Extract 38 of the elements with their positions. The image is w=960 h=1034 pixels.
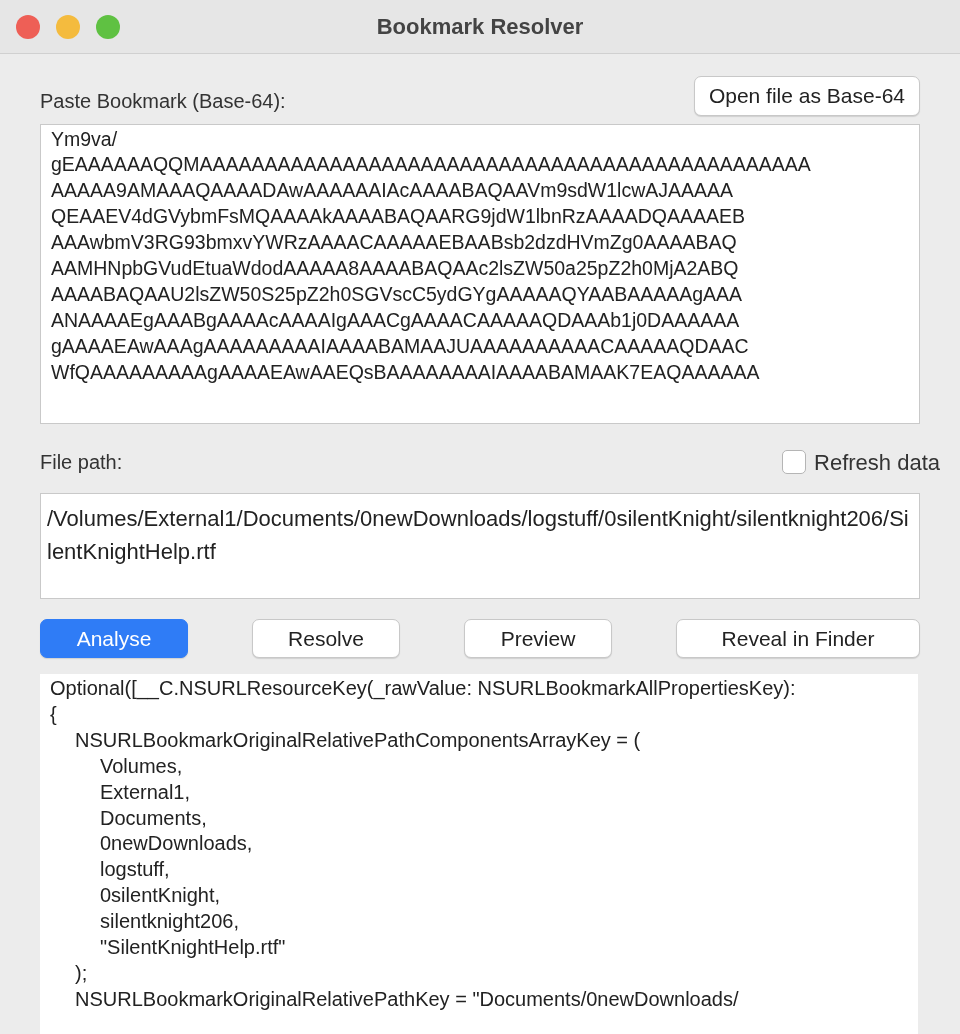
output-line: Optional([__C.NSURLResourceKey(_rawValue: NSURLBookmarkAllPropertiesKey): (50, 676, 796, 702)
output-line: NSURLBookmarkOriginalRelativePathKey = "Documents/0newDownloads/ (75, 986, 739, 1012)
output-line: 0silentKnight, (100, 883, 221, 909)
zoom-button[interactable] (96, 15, 120, 39)
open-file-button[interactable]: Open file as Base-64 (693, 76, 920, 116)
output-line: silentknight206, (100, 909, 239, 935)
text-line: AAAwbmV3RG93bmxvYWRzAAAACAAAAAEBAABsb2dzdHVmZg0AAAABAQ (51, 230, 737, 256)
file-path-label: File path: (40, 450, 123, 475)
action-button[interactable]: Resolve (252, 618, 400, 658)
close-button[interactable] (16, 15, 40, 39)
output-line: Documents, (100, 805, 207, 831)
window-title: Bookmark Resolver (376, 13, 584, 41)
output-line: "SilentKnightHelp.rtf" (100, 935, 286, 961)
output-line: ); (75, 960, 88, 986)
file-path-field[interactable]: /Volumes/External1/Documents/0newDownloads/logstuff/0silentKnight/silentknight206/SilentKnightHelp.rtf (40, 492, 920, 599)
output-line: logstuff, (100, 857, 170, 883)
text-line: ANAAAAEgAAABgAAAAcAAAAIgAAACgAAAACAAAAAQDAAAb1j0DAAAAAA (51, 307, 740, 333)
bookmark-text-area[interactable] (40, 123, 920, 424)
refresh-label: Refresh data (814, 448, 940, 477)
text-line: Ym9va/ (51, 126, 118, 152)
paste-label: Paste Bookmark (Base-64): (40, 88, 286, 114)
refresh-checkbox[interactable] (782, 450, 807, 474)
text-line: AAMHNpbGVudEtuaWdodAAAAA8AAAABAQAAc2lsZW50a25pZ2h0MjA2ABQ (51, 256, 739, 282)
output-line: NSURLBookmarkOriginalRelativePathComponentsArrayKey = ( (75, 727, 641, 753)
text-line: AAAABAQAAU2lsZW50S25pZ2h0SGVscC5ydGYgAAAAAQYAABAAAAAgAAA (51, 281, 743, 307)
text-line: gEAAAAAAQQMAAAAAAAAAAAAAAAAAAAAAAAAAAAAAAAAAAAAAAAAAAAAAAA (51, 152, 811, 178)
action-button[interactable]: Reveal in Finder (676, 618, 920, 658)
minimize-button[interactable] (56, 15, 80, 39)
text-line: WfQAAAAAAAAAgAAAAEAwAAEQsBAAAAAAAAIAAAABAMAAK7EAQAAAAAA (51, 359, 760, 385)
action-button[interactable]: Analyse (40, 618, 188, 658)
action-button[interactable]: Preview (464, 618, 612, 658)
output-line: 0newDownloads, (100, 831, 253, 857)
output-line: Volumes, (100, 753, 183, 779)
output-line: { (50, 701, 57, 727)
text-line: QEAAEV4dGVybmFsMQAAAAkAAAABAQAARG9jdW1lbnRzAAAADQAAAAEB (51, 204, 745, 230)
text-line: AAAAA9AMAAAQAAAADAwAAAAAAIAcAAAABAQAAVm9sdW1lcwAJAAAAA (51, 178, 734, 204)
output-line: External1, (100, 779, 191, 805)
text-line: gAAAAEAwAAAgAAAAAAAAAIAAAABAMAAJUAAAAAAAAAACAAAAAQDAAC (51, 333, 749, 359)
